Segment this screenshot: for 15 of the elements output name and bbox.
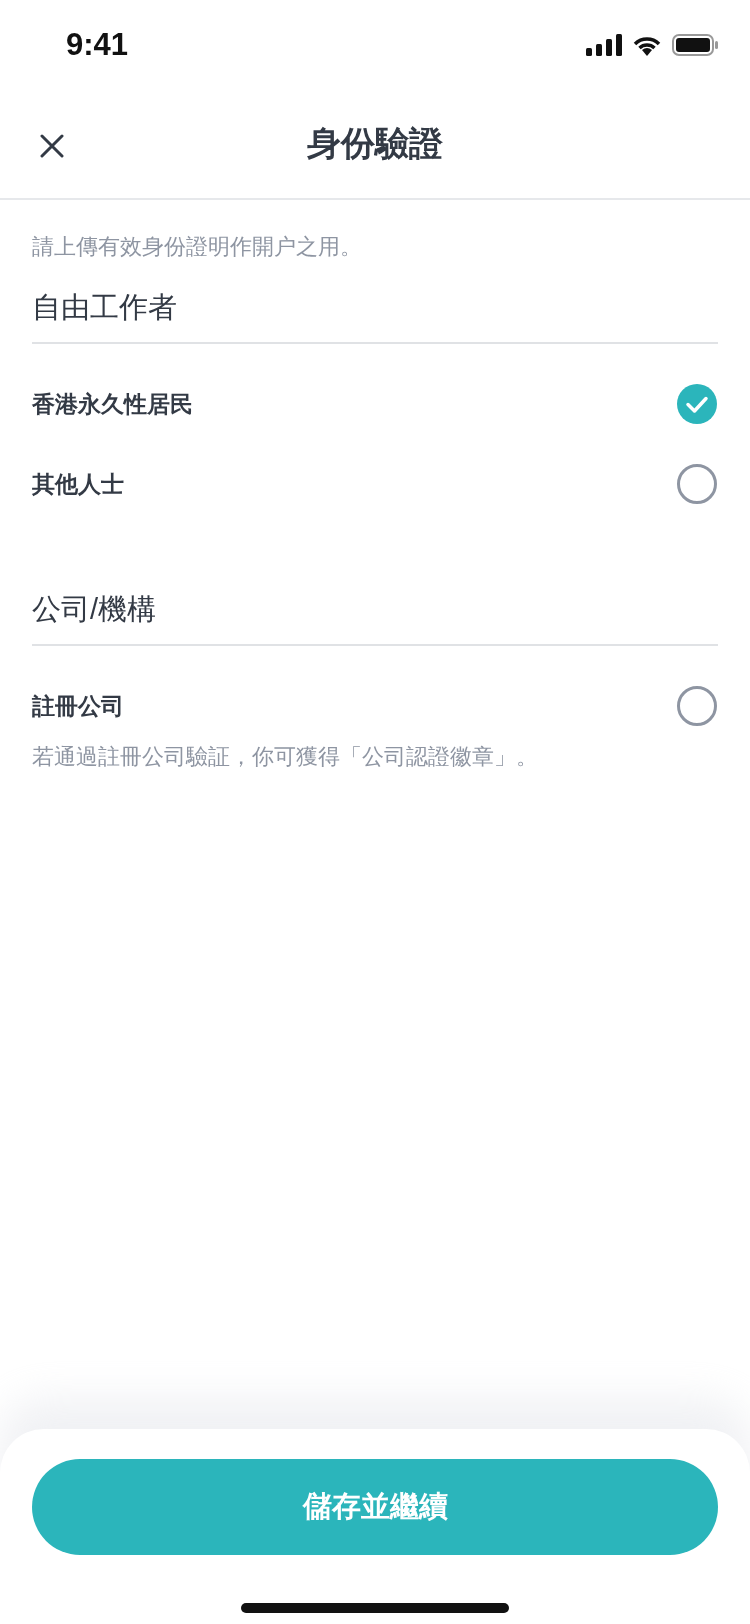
radio-icon[interactable]: [676, 463, 718, 505]
section-title: 自由工作者: [32, 262, 718, 344]
signal-icon: [586, 34, 622, 56]
option-row[interactable]: 註冊公司: [32, 666, 718, 746]
check-icon[interactable]: [676, 383, 718, 425]
intro-text: 請上傳有效身份證明作開户之用。: [32, 233, 363, 261]
option-note: 若通過註冊公司驗証，你可獲得「公司認證徽章」。: [32, 743, 539, 771]
page-title: 身份驗證: [307, 123, 443, 164]
section-title: 公司/機構: [32, 564, 718, 646]
radio-icon[interactable]: [676, 685, 718, 727]
battery-icon: [672, 34, 718, 56]
status-time: 9:41: [66, 27, 129, 63]
option-row[interactable]: 其他人士: [32, 444, 718, 524]
option-row[interactable]: 香港永久性居民: [32, 364, 718, 444]
wifi-icon: [632, 34, 662, 56]
